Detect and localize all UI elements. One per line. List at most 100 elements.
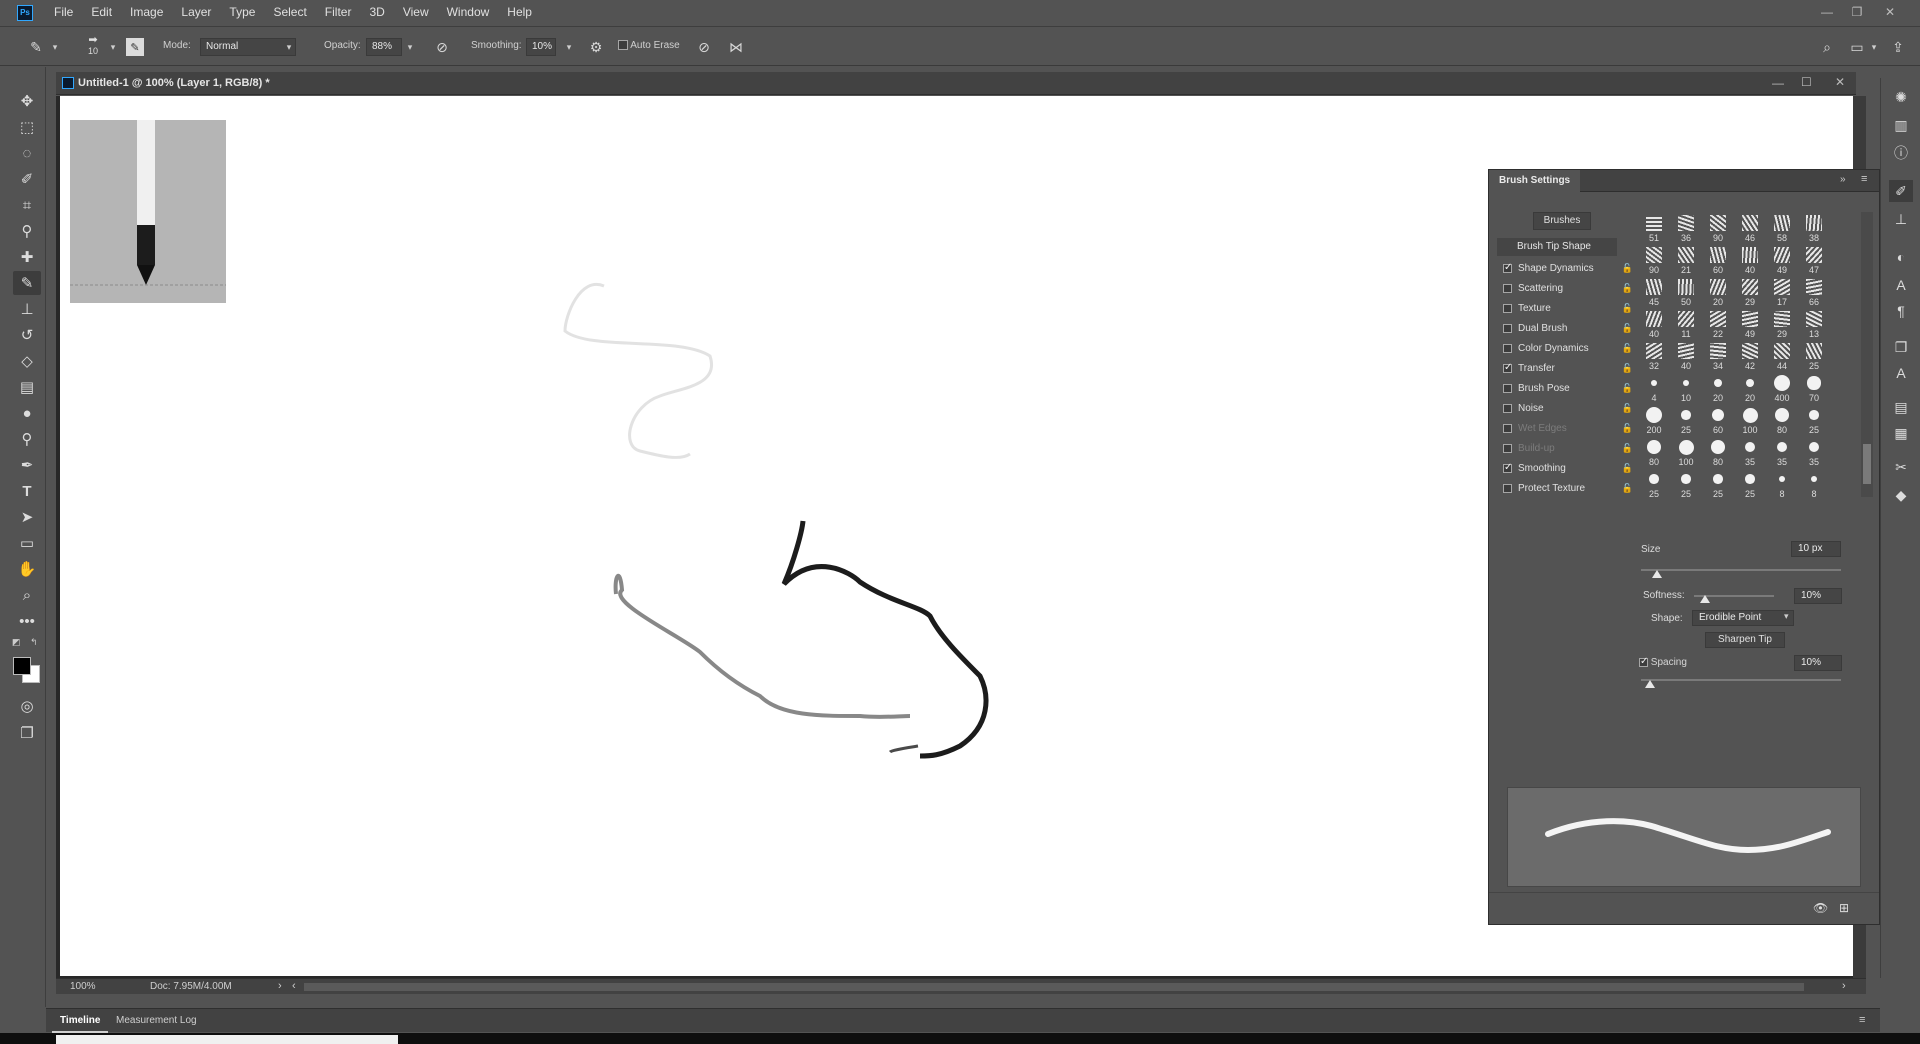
brush-settings-toggle-icon[interactable]: ✎ [126, 38, 144, 56]
brush-tip-preset[interactable]: 80 [1767, 404, 1797, 436]
more-tools-icon[interactable]: ••• [13, 609, 41, 633]
zoom-tool-icon[interactable]: ⌕ [13, 583, 41, 607]
brush-tip-preset[interactable]: 20 [1703, 276, 1733, 308]
brush-option-checkbox[interactable] [1503, 403, 1512, 413]
histogram-icon[interactable]: ▥ [1889, 114, 1913, 136]
brush-tip-preset[interactable]: 25 [1735, 468, 1765, 497]
spacing-slider-thumb[interactable] [1645, 680, 1655, 688]
spacing-option[interactable]: Spacing [1639, 656, 1687, 668]
create-new-brush-icon[interactable]: ⊞ [1839, 901, 1849, 915]
brush-tip-scroll-thumb[interactable] [1863, 444, 1871, 484]
status-arrow-icon[interactable]: › [278, 980, 282, 992]
lock-icon[interactable]: 🔓 [1622, 363, 1633, 374]
blur-tool-icon[interactable]: ● [13, 401, 41, 425]
brush-tip-preset[interactable]: 80 [1639, 436, 1669, 468]
brush-tip-preset[interactable]: 35 [1735, 436, 1765, 468]
quick-selection-tool-icon[interactable]: ✐ [13, 167, 41, 191]
dodge-tool-icon[interactable]: ⚲ [13, 427, 41, 451]
glyphs-icon[interactable]: A [1889, 362, 1913, 384]
brush-option-transfer[interactable]: Transfer 🔓 [1503, 358, 1635, 378]
move-tool-icon[interactable]: ✥ [13, 89, 41, 113]
foreground-color-swatch[interactable] [13, 657, 31, 675]
lock-icon[interactable]: 🔓 [1622, 263, 1633, 274]
brush-option-protect-texture[interactable]: Protect Texture 🔓 [1503, 478, 1635, 498]
workspace-dropdown-arrow[interactable]: ▾ [1867, 38, 1881, 56]
brush-tip-preset[interactable]: 51 [1639, 212, 1669, 244]
brush-option-noise[interactable]: Noise 🔓 [1503, 398, 1635, 418]
layers-icon[interactable]: ❐ [1889, 336, 1913, 358]
smoothing-input[interactable]: 10% [526, 38, 556, 56]
brush-tip-preset[interactable]: 42 [1735, 340, 1765, 372]
brush-option-checkbox[interactable] [1503, 303, 1512, 313]
swatches-icon[interactable]: ◆ [1889, 484, 1913, 506]
brush-tip-preset[interactable]: 40 [1671, 340, 1701, 372]
brush-tip-preset[interactable]: 44 [1767, 340, 1797, 372]
brush-tip-preset[interactable]: 25 [1671, 468, 1701, 497]
brush-tip-preset[interactable]: 8 [1799, 468, 1829, 497]
brush-option-checkbox[interactable] [1503, 343, 1512, 353]
collapse-panel-icon[interactable]: » [1840, 174, 1846, 185]
lock-icon[interactable]: 🔓 [1622, 303, 1633, 314]
brush-tip-preset[interactable]: 100 [1735, 404, 1765, 436]
brush-tip-preset[interactable]: 90 [1639, 244, 1669, 276]
properties-icon[interactable]: ▤ [1889, 396, 1913, 418]
auto-erase-checkbox[interactable] [618, 40, 628, 51]
brush-tip-preset[interactable]: 20 [1703, 372, 1733, 404]
menu-help[interactable]: Help [498, 0, 541, 25]
brush-tip-preset[interactable]: 11 [1671, 308, 1701, 340]
pencil-tool-icon[interactable]: ✎ [26, 37, 46, 57]
lock-icon[interactable]: 🔓 [1622, 463, 1633, 474]
brush-tip-scrollbar[interactable] [1861, 212, 1873, 497]
brush-option-checkbox[interactable] [1503, 262, 1512, 273]
brush-tip-preset[interactable]: 58 [1767, 212, 1797, 244]
brush-tip-preset[interactable]: 20 [1735, 372, 1765, 404]
brush-option-dual-brush[interactable]: Dual Brush 🔓 [1503, 318, 1635, 338]
tool-presets-icon[interactable]: ✂ [1889, 456, 1913, 478]
brush-tip-preset[interactable]: 25 [1703, 468, 1733, 497]
pressure-size-icon[interactable]: ⊘ [694, 37, 714, 57]
sharpen-tip-button[interactable]: Sharpen Tip [1705, 632, 1785, 648]
gear-icon[interactable]: ⚙ [586, 37, 606, 57]
marquee-tool-icon[interactable]: ⬚ [13, 115, 41, 139]
zoom-level[interactable]: 100% [70, 981, 96, 992]
scroll-right-icon[interactable]: › [1842, 980, 1846, 992]
crop-tool-icon[interactable]: ⌗ [13, 193, 41, 217]
color-icon[interactable]: ◐ [1889, 246, 1913, 268]
brush-tip-preset[interactable]: 25 [1671, 404, 1701, 436]
brush-tip-preset[interactable]: 21 [1671, 244, 1701, 276]
pen-tool-icon[interactable]: ✒ [13, 453, 41, 477]
brush-tip-preset[interactable]: 66 [1799, 276, 1829, 308]
brush-tip-preset[interactable]: 100 [1671, 436, 1701, 468]
opacity-dropdown-arrow[interactable]: ▾ [403, 38, 417, 56]
history-brush-tool-icon[interactable]: ↺ [13, 323, 41, 347]
quick-mask-icon[interactable]: ◎ [13, 694, 41, 718]
menu-layer[interactable]: Layer [172, 0, 220, 25]
info-icon[interactable]: ⓘ [1889, 142, 1913, 164]
search-icon[interactable]: ⌕ [1817, 37, 1837, 57]
brush-option-shape-dynamics[interactable]: Shape Dynamics 🔓 [1503, 258, 1635, 278]
brush-tip-preset[interactable]: 25 [1639, 468, 1669, 497]
menu-file[interactable]: File [45, 0, 82, 25]
brush-tip-preset[interactable]: 34 [1703, 340, 1733, 372]
lock-icon[interactable]: 🔓 [1622, 283, 1633, 294]
paragraph-icon[interactable]: ¶ [1889, 300, 1913, 322]
brush-tip-preset[interactable]: 60 [1703, 404, 1733, 436]
type-tool-icon[interactable]: T [13, 479, 41, 503]
brush-tip-preset[interactable]: 25 [1799, 340, 1829, 372]
spacing-slider-track[interactable] [1641, 679, 1841, 681]
brush-tip-preset[interactable]: 36 [1671, 212, 1701, 244]
smoothing-dropdown-arrow[interactable]: ▾ [562, 38, 576, 56]
hand-tool-icon[interactable]: ✋ [13, 557, 41, 581]
brush-tip-preset[interactable]: 4 [1639, 372, 1669, 404]
gradient-tool-icon[interactable]: ▤ [13, 375, 41, 399]
rectangle-tool-icon[interactable]: ▭ [13, 531, 41, 555]
menu-filter[interactable]: Filter [316, 0, 361, 25]
size-input[interactable]: 10 px [1791, 541, 1841, 557]
brush-tip-preset[interactable]: 8 [1767, 468, 1797, 497]
brush-tip-preset[interactable]: 70 [1799, 372, 1829, 404]
brush-preset-dropdown[interactable]: ▾ [106, 38, 120, 56]
menu-select[interactable]: Select [264, 0, 315, 25]
brush-tip-preset[interactable]: 47 [1799, 244, 1829, 276]
restore-window-icon[interactable]: ❐ [1845, 2, 1869, 22]
brush-option-checkbox[interactable] [1503, 283, 1512, 293]
